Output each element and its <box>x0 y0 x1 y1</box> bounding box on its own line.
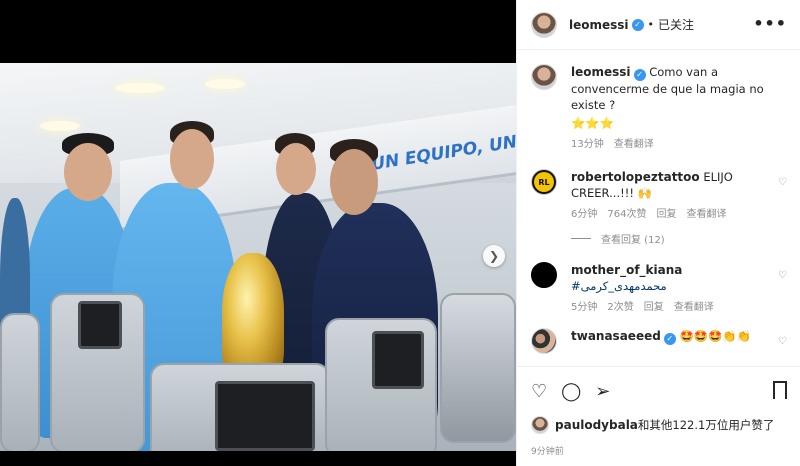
follow-button[interactable]: 已关注 <box>658 16 694 33</box>
person-1-head <box>64 143 112 201</box>
caption: leomessi ✓ Como van a convencerme de que … <box>531 64 787 153</box>
comment-time[interactable]: 6分钟 <box>571 207 597 223</box>
bookmark-icon[interactable] <box>773 381 787 404</box>
next-image-button[interactable]: ❯ <box>483 245 505 267</box>
share-icon[interactable]: ➢ <box>595 382 610 401</box>
comment-hashtag[interactable]: #محمدمهدی_کرمی <box>571 278 769 294</box>
comment-meta: 5分钟 2次赞 回复 查看翻译 <box>571 300 769 316</box>
verified-badge-icon: ✓ <box>633 69 646 81</box>
avatar[interactable] <box>531 328 557 354</box>
person-4-head <box>330 149 378 215</box>
caption-meta: 13分钟 查看翻译 <box>571 137 769 153</box>
comment-time[interactable]: 5分钟 <box>571 300 597 316</box>
comment-author[interactable]: twanasaeeed <box>571 329 661 343</box>
seat-screen <box>215 381 315 451</box>
comment-body: robertolopeztattoo ELIJO CREER...!!! 🙌 6… <box>571 169 787 223</box>
likes-count-text[interactable]: 和其他122.1万位用户赞了 <box>638 417 774 433</box>
airplane-seat <box>0 313 40 451</box>
seat-screen <box>78 301 122 349</box>
view-replies-label: 查看回复 (12) <box>601 235 665 246</box>
caption-time[interactable]: 13分钟 <box>571 137 604 153</box>
avatar[interactable] <box>531 11 557 38</box>
post-actions: ♡ ◯ ➢ <box>517 366 800 416</box>
liker-avatar[interactable] <box>531 416 549 434</box>
verified-badge-icon: ✓ <box>631 18 644 31</box>
comment-icon[interactable]: ◯ <box>561 382 581 401</box>
more-horizontal-icon[interactable]: ••• <box>753 14 787 33</box>
heart-icon[interactable]: ♡ <box>531 382 547 401</box>
comment-item: twanasaeeed ✓ 🤩🤩🤩👏👏 ♡ <box>531 328 787 354</box>
comment-like-icon[interactable]: ♡ <box>778 177 787 188</box>
separator-dot: • <box>647 18 655 31</box>
comment-item: RL robertolopeztattoo ELIJO CREER...!!! … <box>531 169 787 223</box>
caption-author[interactable]: leomessi <box>571 65 631 79</box>
seat-screen <box>372 331 424 389</box>
avatar[interactable] <box>531 64 557 90</box>
person-2-head <box>170 129 214 189</box>
comments-list: leomessi ✓ Como van a convencerme de que … <box>517 50 800 366</box>
reply-button[interactable]: 回复 <box>656 207 676 223</box>
post-photo[interactable]: UN EQUIPO, UN PAÍS, UN S <box>0 63 516 451</box>
airplane-seat <box>440 293 516 443</box>
likes-summary: paulodybala 和其他122.1万位用户赞了 <box>531 416 774 434</box>
comment-like-icon[interactable]: ♡ <box>778 336 787 347</box>
caption-emojis: ⭐⭐⭐ <box>571 116 614 130</box>
translate-link[interactable]: 查看翻译 <box>674 300 714 316</box>
liker-username[interactable]: paulodybala <box>555 418 638 432</box>
replies-line <box>571 238 591 239</box>
comment-likes[interactable]: 764次赞 <box>607 207 646 223</box>
view-replies-button[interactable]: 查看回复 (12) <box>571 231 787 246</box>
post-media: UN EQUIPO, UN PAÍS, UN S <box>0 0 516 466</box>
comment-body: twanasaeeed ✓ 🤩🤩🤩👏👏 <box>571 328 787 354</box>
instagram-post-modal: UN EQUIPO, UN PAÍS, UN S <box>0 0 800 466</box>
author-username[interactable]: leomessi <box>569 18 629 32</box>
ceiling-light <box>40 121 80 131</box>
post-time[interactable]: 9分钟前 <box>531 444 564 457</box>
reply-button[interactable]: 回复 <box>644 300 664 316</box>
post-sidebar: leomessi ✓ • 已关注 ••• leomessi ✓ Como van … <box>516 0 800 466</box>
comment-author[interactable]: robertolopeztattoo <box>571 170 700 184</box>
chevron-right-icon: ❯ <box>488 249 500 263</box>
translate-link[interactable]: 查看翻译 <box>614 137 654 153</box>
ceiling-light <box>205 79 245 89</box>
avatar[interactable] <box>531 262 557 288</box>
comment-likes[interactable]: 2次赞 <box>607 300 633 316</box>
comment-meta: 6分钟 764次赞 回复 查看翻译 <box>571 207 769 223</box>
comment-text: 🤩🤩🤩👏👏 <box>679 329 752 343</box>
post-header: leomessi ✓ • 已关注 ••• <box>517 0 800 50</box>
comment-like-icon[interactable]: ♡ <box>778 270 787 281</box>
verified-badge-icon: ✓ <box>663 333 676 345</box>
avatar[interactable]: RL <box>531 169 557 195</box>
caption-body: leomessi ✓ Como van a convencerme de que … <box>571 64 787 153</box>
person-3-head <box>276 143 316 195</box>
comment-author[interactable]: mother_of_kiana <box>571 262 769 278</box>
comment-body: mother_of_kiana #محمدمهدی_کرمی 5分钟 2次赞 回… <box>571 262 787 316</box>
ceiling-light <box>115 83 165 93</box>
comment-item: mother_of_kiana #محمدمهدی_کرمی 5分钟 2次赞 回… <box>531 262 787 316</box>
translate-link[interactable]: 查看翻译 <box>686 207 726 223</box>
